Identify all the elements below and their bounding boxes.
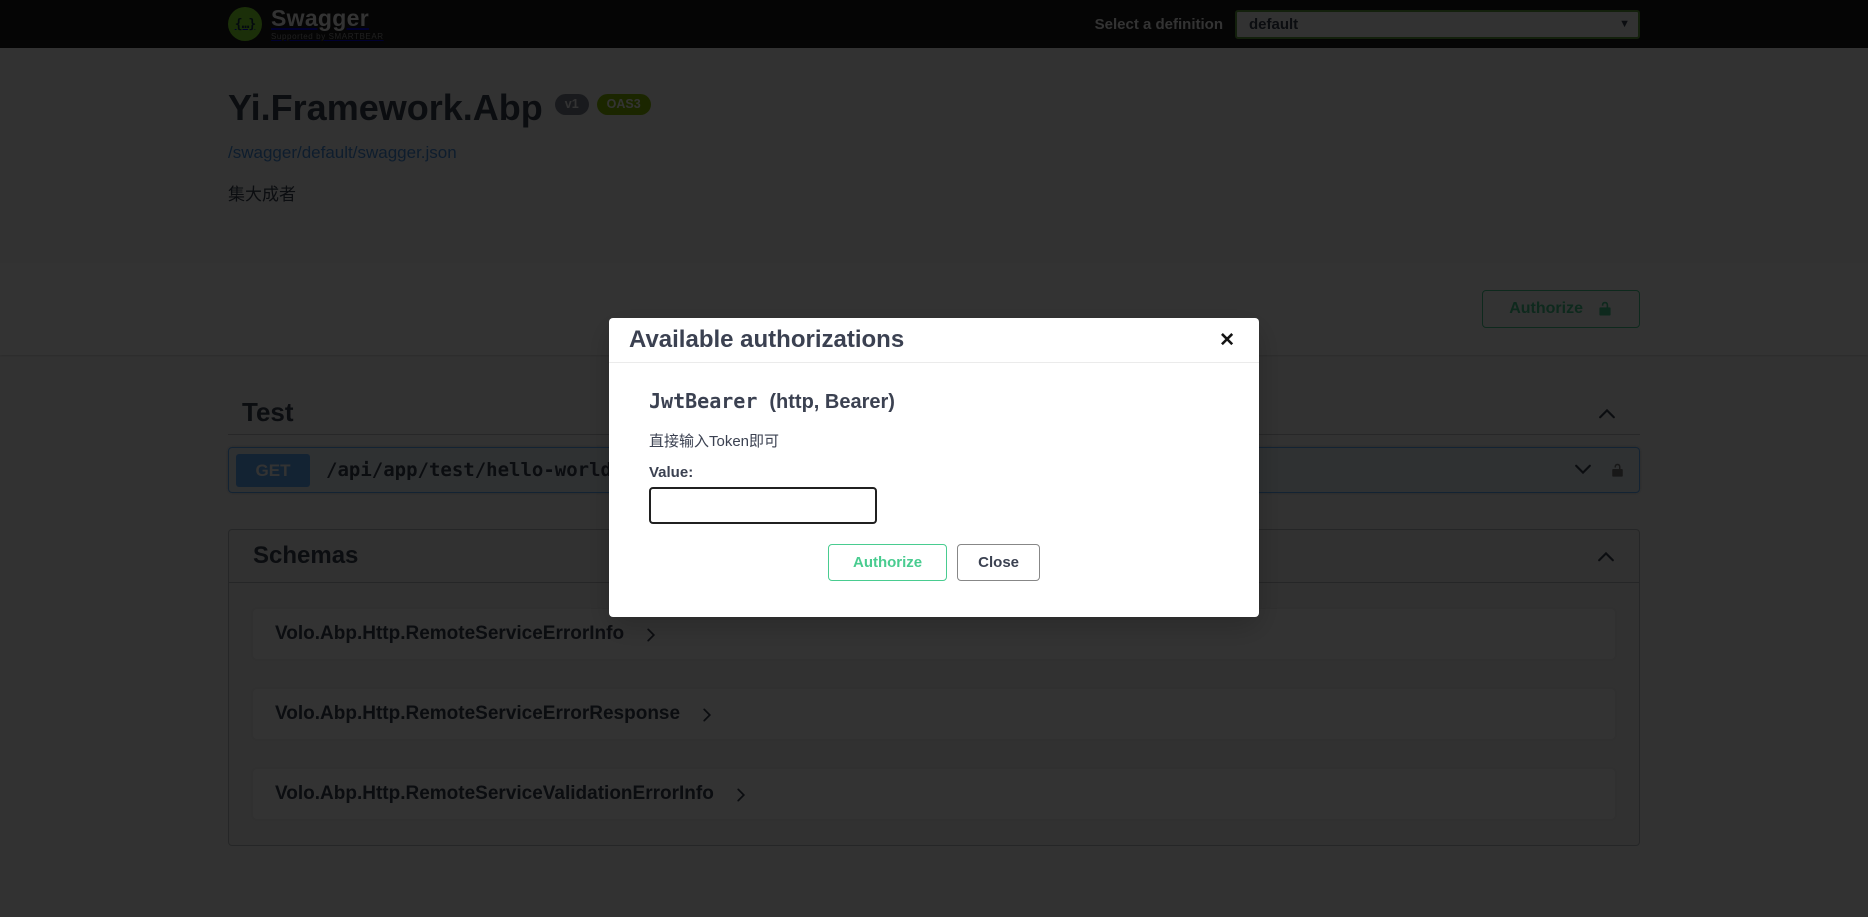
auth-scheme-type: (http, Bearer): [769, 391, 895, 414]
modal-title: Available authorizations: [629, 326, 904, 354]
token-value-input[interactable]: [649, 487, 877, 524]
auth-scheme-name: JwtBearer: [649, 389, 757, 413]
modal-content: JwtBearer (http, Bearer) 直接输入Token即可 Val…: [609, 363, 1259, 617]
authorizations-modal: Available authorizations ✕ JwtBearer (ht…: [609, 318, 1259, 617]
value-label: Value:: [649, 464, 1219, 481]
modal-header: Available authorizations ✕: [609, 318, 1259, 363]
close-icon[interactable]: ✕: [1215, 327, 1239, 354]
modal-close-button[interactable]: Close: [957, 544, 1040, 581]
modal-authorize-button[interactable]: Authorize: [828, 544, 947, 581]
auth-scheme-description: 直接输入Token即可: [649, 430, 1219, 451]
